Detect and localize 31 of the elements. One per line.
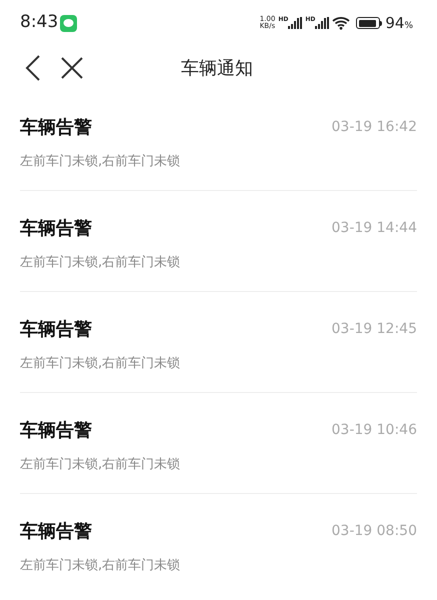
notification-title: 车辆告警 <box>20 217 92 241</box>
signal-icon <box>288 17 302 29</box>
battery-percent: 94 <box>385 12 404 34</box>
notification-message: 左前车门未锁,右前车门未锁 <box>20 254 182 272</box>
notification-item[interactable]: 车辆告警 03-19 08:50 左前车门未锁,右前车门未锁 <box>20 494 417 595</box>
notification-item[interactable]: 车辆告警 03-19 12:45 左前车门未锁,右前车门未锁 <box>20 292 417 393</box>
clock: 8:43 <box>20 11 58 34</box>
close-icon <box>61 57 83 79</box>
notification-message: 左前车门未锁,右前车门未锁 <box>20 557 182 575</box>
notification-title: 车辆告警 <box>20 318 92 342</box>
wifi-icon <box>332 16 350 30</box>
notification-time: 03-19 08:50 <box>332 522 417 541</box>
notification-time: 03-19 16:42 <box>332 118 417 137</box>
notification-item[interactable]: 车辆告警 03-19 16:42 左前车门未锁,右前车门未锁 <box>20 90 417 191</box>
notification-title: 车辆告警 <box>20 520 92 544</box>
percent-sign: % <box>404 20 413 33</box>
notification-title: 车辆告警 <box>20 419 92 443</box>
notification-message: 左前车门未锁,右前车门未锁 <box>20 456 182 474</box>
page-title: 车辆通知 <box>181 56 253 80</box>
battery-icon <box>356 17 382 29</box>
chat-app-icon <box>60 14 78 32</box>
back-icon <box>25 55 41 81</box>
notification-item[interactable]: 车辆告警 03-19 14:44 左前车门未锁,右前车门未锁 <box>20 191 417 292</box>
notification-item[interactable]: 车辆告警 03-19 10:46 左前车门未锁,右前车门未锁 <box>20 393 417 494</box>
notification-time: 03-19 10:46 <box>332 421 417 440</box>
notification-message: 左前车门未锁,右前车门未锁 <box>20 153 182 171</box>
notification-message: 左前车门未锁,右前车门未锁 <box>20 355 182 373</box>
signal-icon <box>315 17 330 29</box>
notification-time: 03-19 12:45 <box>332 320 417 339</box>
notification-title: 车辆告警 <box>20 116 92 140</box>
notification-time: 03-19 14:44 <box>332 219 417 238</box>
